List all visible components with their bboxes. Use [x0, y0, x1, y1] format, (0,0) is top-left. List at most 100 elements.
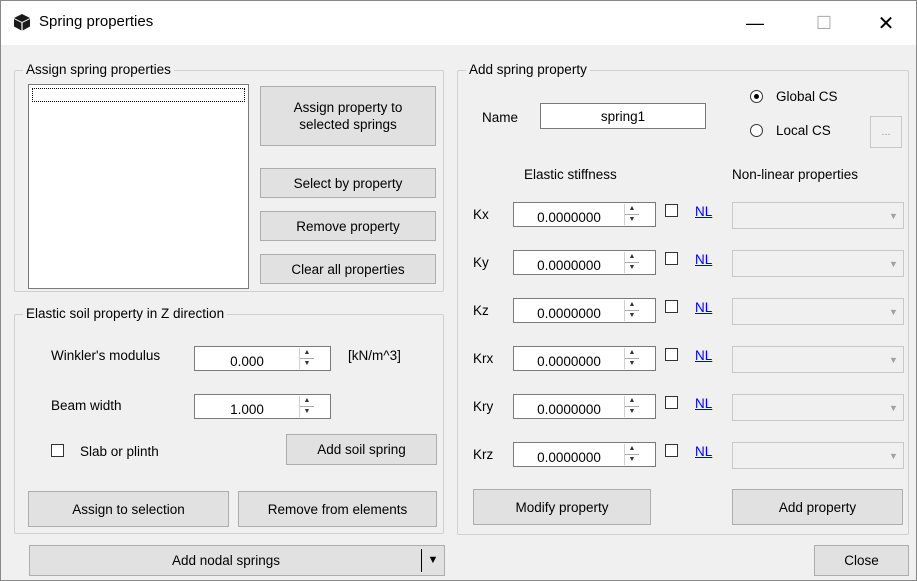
spinner-value: 0.0000000 — [537, 258, 601, 273]
global-cs-label: Global CS — [776, 89, 838, 104]
nonlinear-checkbox[interactable] — [665, 252, 678, 265]
assign-property-button[interactable]: Assign property to selected springs — [260, 86, 436, 146]
name-label: Name — [482, 110, 519, 125]
nonlinear-checkbox[interactable] — [665, 396, 678, 409]
nl-link[interactable]: NL — [695, 444, 712, 459]
remove-property-button[interactable]: Remove property — [260, 211, 436, 241]
spinner-value: 0.0000000 — [537, 402, 601, 417]
close-button[interactable]: Close — [814, 545, 909, 576]
stiffness-spinner[interactable]: 0.0000000 ▲ ▼ — [513, 346, 656, 371]
spin-down-icon[interactable]: ▼ — [625, 455, 639, 466]
group-title: Assign spring properties — [23, 62, 174, 77]
chevron-down-icon[interactable]: ▼ — [885, 348, 902, 371]
spinner-value: 0.0000000 — [537, 306, 601, 321]
spin-up-icon[interactable]: ▲ — [625, 396, 639, 407]
spinner-value: 0.000 — [230, 354, 264, 369]
assign-to-selection-button[interactable]: Assign to selection — [28, 491, 229, 527]
add-property-button[interactable]: Add property — [732, 489, 903, 525]
nl-link[interactable]: NL — [695, 396, 712, 411]
nonlinear-property-select[interactable]: ▼ — [732, 346, 904, 373]
property-listbox[interactable] — [28, 84, 249, 289]
chevron-down-icon[interactable]: ▼ — [885, 396, 902, 419]
nonlinear-property-select[interactable]: ▼ — [732, 394, 904, 421]
spin-up-icon[interactable]: ▲ — [300, 348, 314, 359]
name-input[interactable]: spring1 — [540, 103, 706, 129]
stiffness-spinner[interactable]: 0.0000000 ▲ ▼ — [513, 442, 656, 467]
slab-or-plinth-checkbox[interactable] — [51, 444, 64, 457]
chevron-down-icon[interactable]: ▼ — [885, 444, 902, 467]
spinner-arrows[interactable]: ▲ ▼ — [624, 300, 639, 321]
spring-properties-window: Spring properties — ☐ ✕ Assign spring pr… — [0, 0, 917, 581]
beam-width-spinner[interactable]: 1.000 ▲ ▼ — [194, 394, 331, 419]
stiffness-label: Kz — [473, 303, 489, 318]
nonlinear-property-select[interactable]: ▼ — [732, 298, 904, 325]
nonlinear-checkbox[interactable] — [665, 348, 678, 361]
stiffness-spinner[interactable]: 0.0000000 ▲ ▼ — [513, 202, 656, 227]
winkler-modulus-label: Winkler's modulus — [51, 348, 161, 363]
nonlinear-property-select[interactable]: ▼ — [732, 202, 904, 229]
local-cs-radio[interactable] — [750, 124, 763, 137]
spin-down-icon[interactable]: ▼ — [625, 359, 639, 370]
chevron-down-icon[interactable]: ▼ — [885, 300, 902, 323]
spinner-arrows[interactable]: ▲ ▼ — [299, 348, 314, 369]
spinner-arrows[interactable]: ▲ ▼ — [624, 348, 639, 369]
stiffness-spinner[interactable]: 0.0000000 ▲ ▼ — [513, 250, 656, 275]
nl-link[interactable]: NL — [695, 252, 712, 267]
local-cs-label: Local CS — [776, 123, 831, 138]
spin-down-icon[interactable]: ▼ — [625, 263, 639, 274]
winkler-unit-label: [kN/m^3] — [348, 348, 401, 363]
nonlinear-checkbox[interactable] — [665, 300, 678, 313]
spin-up-icon[interactable]: ▲ — [300, 396, 314, 407]
spin-down-icon[interactable]: ▼ — [625, 311, 639, 322]
stiffness-label: Krx — [473, 351, 494, 366]
title-bar: Spring properties — ☐ ✕ — [1, 1, 916, 45]
maximize-button[interactable]: ☐ — [801, 1, 847, 45]
spinner-arrows[interactable]: ▲ ▼ — [624, 252, 639, 273]
winkler-modulus-spinner[interactable]: 0.000 ▲ ▼ — [194, 346, 331, 371]
nl-link[interactable]: NL — [695, 300, 712, 315]
spinner-value: 1.000 — [230, 402, 264, 417]
nonlinear-property-select[interactable]: ▼ — [732, 442, 904, 469]
spin-up-icon[interactable]: ▲ — [625, 252, 639, 263]
nonlinear-checkbox[interactable] — [665, 444, 678, 457]
spinner-arrows[interactable]: ▲ ▼ — [299, 396, 314, 417]
spinner-arrows[interactable]: ▲ ▼ — [624, 444, 639, 465]
stiffness-spinner[interactable]: 0.0000000 ▲ ▼ — [513, 298, 656, 323]
nl-link[interactable]: NL — [695, 348, 712, 363]
nonlinear-properties-header: Non-linear properties — [732, 167, 859, 182]
nl-link[interactable]: NL — [695, 204, 712, 219]
spin-up-icon[interactable]: ▲ — [625, 300, 639, 311]
spin-down-icon[interactable]: ▼ — [300, 407, 314, 418]
minimize-button[interactable]: — — [732, 1, 778, 45]
add-nodal-springs-label: Add nodal springs — [171, 553, 281, 568]
group-title: Add spring property — [466, 62, 590, 77]
spin-down-icon[interactable]: ▼ — [625, 215, 639, 226]
beam-width-label: Beam width — [51, 398, 122, 413]
nonlinear-checkbox[interactable] — [665, 204, 678, 217]
close-window-button[interactable]: ✕ — [863, 1, 909, 45]
stiffness-spinner[interactable]: 0.0000000 ▲ ▼ — [513, 394, 656, 419]
clear-all-properties-button[interactable]: Clear all properties — [260, 254, 436, 284]
chevron-down-icon[interactable]: ▼ — [885, 252, 902, 275]
add-nodal-springs-split-button[interactable]: Add nodal springs ▼ — [29, 545, 445, 576]
global-cs-radio[interactable] — [750, 90, 763, 103]
chevron-down-icon[interactable]: ▼ — [885, 204, 902, 227]
spinner-arrows[interactable]: ▲ ▼ — [624, 396, 639, 417]
slab-or-plinth-label: Slab or plinth — [80, 444, 159, 459]
list-focus-rect — [32, 88, 245, 102]
spinner-value: 0.0000000 — [537, 450, 601, 465]
dropdown-arrow-icon[interactable]: ▼ — [422, 546, 444, 575]
elastic-stiffness-header: Elastic stiffness — [524, 167, 617, 182]
spinner-arrows[interactable]: ▲ ▼ — [624, 204, 639, 225]
local-cs-options-button[interactable]: ... — [870, 116, 902, 148]
select-by-property-button[interactable]: Select by property — [260, 168, 436, 198]
spin-up-icon[interactable]: ▲ — [625, 348, 639, 359]
remove-from-elements-button[interactable]: Remove from elements — [238, 491, 437, 527]
add-soil-spring-button[interactable]: Add soil spring — [286, 434, 437, 465]
modify-property-button[interactable]: Modify property — [473, 489, 651, 525]
nonlinear-property-select[interactable]: ▼ — [732, 250, 904, 277]
spin-up-icon[interactable]: ▲ — [625, 204, 639, 215]
spin-down-icon[interactable]: ▼ — [625, 407, 639, 418]
spin-up-icon[interactable]: ▲ — [625, 444, 639, 455]
spin-down-icon[interactable]: ▼ — [300, 359, 314, 370]
